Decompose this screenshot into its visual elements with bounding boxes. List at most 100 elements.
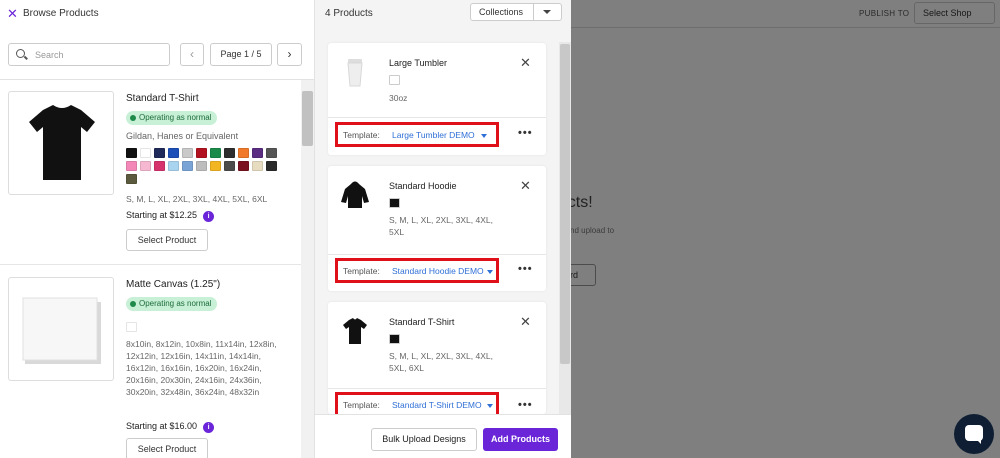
scrollbar-thumb[interactable] xyxy=(302,91,313,146)
color-swatch[interactable] xyxy=(266,148,277,158)
product-card-matte-canvas: Matte Canvas (1.25") Operating as normal… xyxy=(0,266,301,458)
chat-icon xyxy=(965,425,983,444)
color-swatch[interactable] xyxy=(238,161,249,171)
color-swatch[interactable] xyxy=(224,161,235,171)
bulk-upload-button[interactable]: Bulk Upload Designs xyxy=(371,428,477,451)
color-swatch[interactable] xyxy=(126,174,137,184)
color-swatch xyxy=(389,334,400,344)
color-swatch xyxy=(389,75,400,85)
template-label: Template: xyxy=(343,400,380,410)
page-indicator[interactable]: Page 1 / 5 xyxy=(210,43,272,66)
chat-button[interactable] xyxy=(954,414,994,454)
cart-item-sizes: S, M, L, XL, 2XL, 3XL, 4XL, 5XL, 6XL xyxy=(389,351,493,373)
search-box[interactable] xyxy=(8,43,170,66)
caret-down-icon xyxy=(487,270,493,274)
color-swatch[interactable] xyxy=(196,148,207,158)
color-swatch[interactable] xyxy=(154,161,165,171)
template-value[interactable]: Standard Hoodie DEMO xyxy=(392,266,484,276)
canvas-image xyxy=(22,297,101,364)
color-swatch[interactable] xyxy=(126,148,137,158)
color-swatch[interactable] xyxy=(154,148,165,158)
search-input[interactable] xyxy=(35,48,165,62)
cart-item-name: Standard Hoodie xyxy=(389,181,457,191)
color-swatch[interactable] xyxy=(140,161,151,171)
select-product-button[interactable]: Select Product xyxy=(126,438,208,458)
template-selector[interactable]: Template: Standard Hoodie DEMO xyxy=(335,258,499,283)
color-swatch[interactable] xyxy=(238,148,249,158)
color-swatch[interactable] xyxy=(210,148,221,158)
color-swatch[interactable] xyxy=(252,161,263,171)
color-swatch[interactable] xyxy=(140,148,151,158)
more-options-icon[interactable]: ••• xyxy=(518,263,533,275)
color-swatches xyxy=(126,148,286,184)
product-brand: Gildan, Hanes or Equivalent xyxy=(126,131,239,141)
divider xyxy=(328,117,546,118)
price-text: Starting at $16.00 xyxy=(126,421,198,431)
color-swatch[interactable] xyxy=(168,161,179,171)
divider xyxy=(328,254,546,255)
chevron-down-icon xyxy=(543,10,551,14)
close-icon[interactable]: ✕ xyxy=(520,314,531,330)
color-swatch[interactable] xyxy=(126,161,137,171)
template-value[interactable]: Large Tumbler DEMO xyxy=(392,130,475,140)
template-value[interactable]: Standard T-Shirt DEMO xyxy=(392,400,482,410)
collections-label: Collections xyxy=(479,7,524,17)
product-sizes: S, M, L, XL, 2XL, 3XL, 4XL, 5XL, 6XL xyxy=(126,194,268,204)
browse-header: ✕ Browse Products xyxy=(0,0,314,28)
caret-down-icon xyxy=(487,404,493,408)
color-swatch[interactable] xyxy=(224,148,235,158)
browse-products-panel: ✕ Browse Products ‹ Page 1 / 5 › Standar… xyxy=(0,0,314,458)
tshirt-image xyxy=(343,318,367,344)
template-label: Template: xyxy=(343,130,380,140)
close-icon[interactable]: ✕ xyxy=(520,55,531,71)
info-icon[interactable]: i xyxy=(203,211,215,222)
color-swatch[interactable] xyxy=(182,148,193,158)
color-swatch[interactable] xyxy=(182,161,193,171)
collections-dropdown[interactable]: Collections xyxy=(470,3,562,21)
status-badge: Operating as normal xyxy=(126,297,218,311)
product-image-tshirt xyxy=(8,91,114,195)
tumbler-image xyxy=(347,59,363,87)
divider xyxy=(328,388,546,389)
selected-count: 4 Products xyxy=(325,8,373,19)
info-icon[interactable]: i xyxy=(203,422,215,433)
caret-down-icon xyxy=(481,134,487,138)
color-swatch[interactable] xyxy=(168,148,179,158)
product-name[interactable]: Matte Canvas (1.25") xyxy=(126,279,220,290)
price-text: Starting at $12.25 xyxy=(126,210,198,220)
cart-item-sizes: S, M, L, XL, 2XL, 3XL, 4XL, 5XL xyxy=(389,215,493,237)
hoodie-image xyxy=(341,181,369,208)
product-sizes: 8x10in, 8x12in, 10x8in, 11x14in, 12x8in,… xyxy=(126,339,277,397)
color-swatch[interactable] xyxy=(126,322,137,332)
cart-item-large-tumbler: Large Tumbler ✕ 30oz Template: Large Tum… xyxy=(328,43,546,155)
divider xyxy=(0,264,301,265)
selected-products-panel: 4 Products Collections Large Tumbler ✕ 3… xyxy=(314,0,571,458)
color-swatch[interactable] xyxy=(210,161,221,171)
product-image-canvas xyxy=(8,277,114,381)
status-badge: Operating as normal xyxy=(126,111,218,125)
product-card-standard-tshirt: Standard T-Shirt Operating as normal Gil… xyxy=(0,80,301,266)
product-price: Starting at $12.25 i xyxy=(126,210,215,222)
color-swatch[interactable] xyxy=(196,161,207,171)
product-name[interactable]: Standard T-Shirt xyxy=(126,93,199,104)
more-options-icon[interactable]: ••• xyxy=(518,127,533,139)
cart-item-standard-tshirt: Standard T-Shirt ✕ S, M, L, XL, 2XL, 3XL… xyxy=(328,302,546,417)
close-icon[interactable]: ✕ xyxy=(520,178,531,194)
dropdown-separator xyxy=(533,4,534,20)
select-product-button[interactable]: Select Product xyxy=(126,229,208,251)
color-swatches xyxy=(126,322,286,332)
add-products-button[interactable]: Add Products xyxy=(483,428,558,451)
color-swatch xyxy=(389,198,400,208)
color-swatch[interactable] xyxy=(266,161,277,171)
prev-page-button[interactable]: ‹ xyxy=(180,43,204,66)
color-swatch[interactable] xyxy=(252,148,263,158)
more-options-icon[interactable]: ••• xyxy=(518,399,533,411)
panel-footer: Bulk Upload Designs Add Products xyxy=(315,414,571,458)
scrollbar-thumb[interactable] xyxy=(560,44,570,364)
close-icon[interactable]: ✕ xyxy=(7,6,18,22)
cart-item-sizes: 30oz xyxy=(389,93,408,103)
template-selector[interactable]: Template: Large Tumbler DEMO xyxy=(335,122,499,147)
template-label: Template: xyxy=(343,266,380,276)
cart-item-standard-hoodie: Standard Hoodie ✕ S, M, L, XL, 2XL, 3XL,… xyxy=(328,166,546,291)
next-page-button[interactable]: › xyxy=(277,43,302,66)
